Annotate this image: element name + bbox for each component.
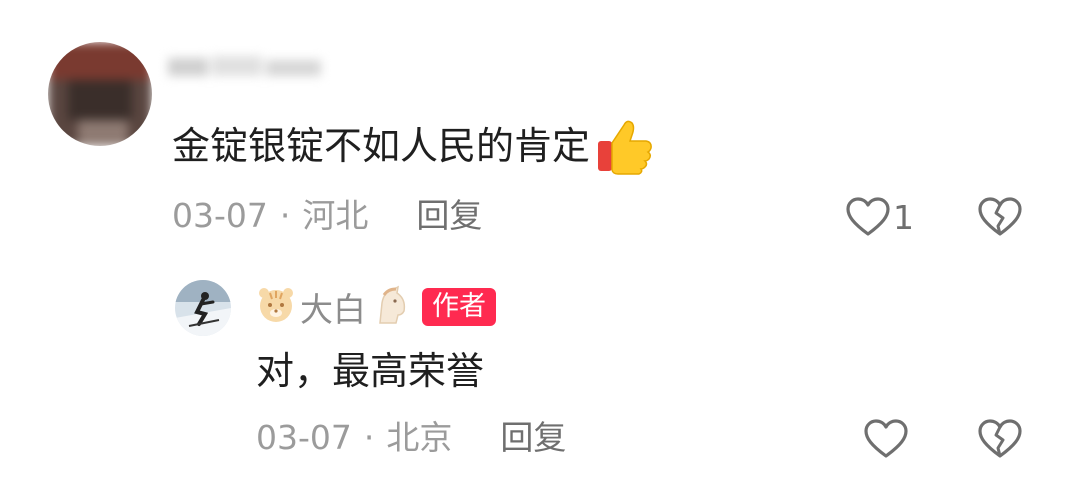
reply-location: 北京 <box>386 418 453 457</box>
comment-location: 河北 <box>302 196 369 235</box>
meta-separator: · <box>279 196 291 235</box>
commenter-avatar-blurred[interactable] <box>48 42 152 146</box>
reply-to-reply-button[interactable]: 回复 <box>500 418 566 458</box>
skier-avatar-image <box>175 280 231 336</box>
author-badge: 作者 <box>422 288 496 326</box>
reply-avatar[interactable] <box>175 280 231 336</box>
like-count: 1 <box>893 197 914 237</box>
reply-like-button[interactable] <box>863 418 909 460</box>
thumbs-up-icon <box>594 115 656 177</box>
heart-icon <box>864 419 908 458</box>
dislike-button[interactable] <box>977 196 1023 242</box>
comment-thread: 金锭银锭不如人民的肯定 03-07 · 河北 回复 1 大白 作者 对，最高荣誉… <box>0 0 1080 498</box>
like-button[interactable]: 1 <box>845 196 914 238</box>
reply-username[interactable]: 大白 <box>300 283 366 331</box>
reply-text: 对，最高荣誉 <box>256 349 485 393</box>
comment-body: 金锭银锭不如人民的肯定 <box>172 115 656 177</box>
commenter-username-blurred[interactable] <box>168 52 328 82</box>
comment-text: 金锭银锭不如人民的肯定 <box>172 124 591 168</box>
reply-date: 03-07 <box>256 418 352 457</box>
tiger-face-icon <box>256 285 296 329</box>
username-redacted <box>168 56 321 76</box>
comment-date: 03-07 <box>172 196 268 235</box>
broken-heart-icon <box>978 197 1022 236</box>
heart-icon <box>846 197 890 236</box>
meta-separator: · <box>363 418 375 457</box>
reply-header: 大白 作者 <box>256 284 496 330</box>
horse-face-icon <box>370 285 410 329</box>
broken-heart-icon <box>978 419 1022 458</box>
reply-dislike-button[interactable] <box>977 418 1023 464</box>
avatar-image <box>48 42 152 146</box>
reply-meta: 03-07 · 北京 回复 <box>256 418 566 458</box>
reply-button[interactable]: 回复 <box>416 196 482 236</box>
comment-meta: 03-07 · 河北 回复 <box>172 196 482 236</box>
